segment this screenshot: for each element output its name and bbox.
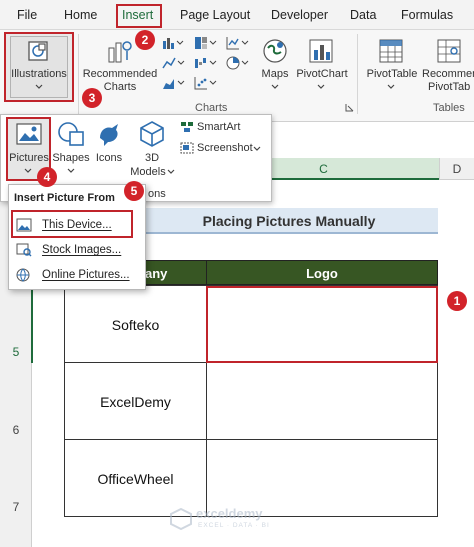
recommended-charts-icon[interactable] (106, 38, 134, 64)
hierarchy-chart-icon[interactable] (194, 36, 218, 50)
3d-models-label-2: Models (130, 166, 166, 178)
screenshot-icon[interactable] (180, 142, 194, 154)
stock-images-icon (16, 243, 32, 257)
3d-models-label-1: 3D (144, 152, 160, 164)
shapes-icon[interactable] (56, 120, 86, 148)
step-badge-3: 3 (82, 88, 102, 108)
pivotchart-icon[interactable] (308, 38, 334, 64)
selected-logo-cell-highlight (206, 286, 438, 363)
online-pictures-label: Online Pictures... (42, 269, 130, 281)
tab-page-layout[interactable]: Page Layout (180, 8, 250, 22)
active-row-indicator (31, 285, 33, 363)
watermark-name: exceldemy (196, 506, 263, 521)
chevron-down-icon (35, 84, 43, 89)
watermark: exceldemy EXCEL · DATA · BI (170, 504, 310, 534)
screenshot-label[interactable]: Screenshot (197, 142, 259, 155)
step-badge-2: 2 (135, 30, 155, 50)
3d-models-icon[interactable] (138, 120, 166, 148)
smartart-icon[interactable] (180, 121, 194, 133)
scatter-chart-icon[interactable] (194, 76, 218, 90)
tab-formulas[interactable]: Formulas (401, 8, 453, 22)
pivotchart-label: PivotChart (296, 68, 348, 80)
step-badge-5: 5 (124, 181, 144, 201)
recommended-pivottables-icon[interactable] (436, 38, 462, 64)
insert-tab-highlight (116, 4, 162, 28)
column-chart-icon[interactable] (162, 36, 186, 50)
row-header-5[interactable]: 5 (0, 345, 32, 359)
line-chart-icon[interactable] (162, 56, 186, 70)
icons-icon[interactable] (96, 120, 124, 148)
area-chart-icon[interactable] (162, 76, 186, 90)
step-badge-4: 4 (37, 167, 57, 187)
group-tables-label: Tables (433, 102, 465, 114)
ribbon-separator (357, 34, 358, 114)
stock-images-label: Stock Images... (42, 244, 122, 256)
recommended-pivottables-label-2: PivotTab (428, 81, 471, 93)
step-badge-1: 1 (447, 291, 467, 311)
tab-data[interactable]: Data (350, 8, 376, 22)
online-pictures-icon (16, 268, 30, 282)
menu-item-online-pictures[interactable]: Online Pictures... (16, 266, 140, 284)
chevron-down-icon (317, 84, 325, 89)
pie-chart-icon[interactable] (226, 56, 250, 70)
tab-file[interactable]: File (17, 8, 37, 22)
recommended-charts-label-1: Recommended (82, 68, 158, 80)
menu-item-stock-images[interactable]: Stock Images... (16, 241, 136, 259)
tab-home[interactable]: Home (64, 8, 97, 22)
statistic-chart-icon[interactable] (226, 36, 250, 50)
chevron-down-icon (387, 84, 395, 89)
pivottable-icon[interactable] (378, 38, 404, 64)
column-header-d[interactable]: D (439, 158, 474, 180)
table-cell-company[interactable]: Softeko (64, 285, 207, 363)
watermark-tagline: EXCEL · DATA · BI (198, 522, 270, 529)
table-cell-logo[interactable] (206, 362, 438, 440)
illustrations-group-label: ons (148, 188, 166, 200)
exceldemy-logo-icon (170, 508, 192, 530)
smartart-label[interactable]: SmartArt (197, 121, 257, 134)
table-header-logo[interactable]: Logo (206, 260, 438, 285)
insert-picture-menu-title: Insert Picture From (14, 192, 115, 204)
pictures-label: Pictures (9, 152, 49, 164)
row-header-7[interactable]: 7 (0, 500, 32, 514)
chevron-down-icon (24, 168, 32, 173)
shapes-label: Shapes (52, 152, 90, 164)
group-charts-label: Charts (195, 102, 228, 114)
chevron-down-icon (67, 168, 75, 173)
maps-icon[interactable] (262, 38, 288, 64)
table-header-company-text: any (145, 266, 168, 281)
pictures-icon (16, 123, 42, 145)
row-header-6[interactable]: 6 (0, 423, 32, 437)
maps-label: Maps (261, 68, 289, 80)
chevron-down-icon (253, 146, 261, 151)
icons-label: Icons (95, 152, 123, 164)
tab-developer[interactable]: Developer (271, 8, 328, 22)
recommended-pivottables-label-1: Recommer (422, 68, 474, 80)
illustrations-label: Illustrations (11, 68, 67, 80)
waterfall-chart-icon[interactable] (194, 56, 218, 70)
table-cell-company[interactable]: ExcelDemy (64, 362, 207, 440)
this-device-highlight (11, 210, 133, 238)
illustrations-icon (28, 41, 48, 61)
ribbon-tab-bar: File Home Insert Page Layout Developer D… (0, 0, 474, 30)
dialog-launcher-icon[interactable] (345, 103, 354, 112)
sheet-title[interactable]: Placing Pictures Manually (140, 208, 438, 234)
chevron-down-icon (271, 84, 279, 89)
ribbon-separator (78, 34, 79, 114)
pivottable-label: PivotTable (366, 68, 418, 80)
chevron-down-icon (167, 169, 175, 174)
